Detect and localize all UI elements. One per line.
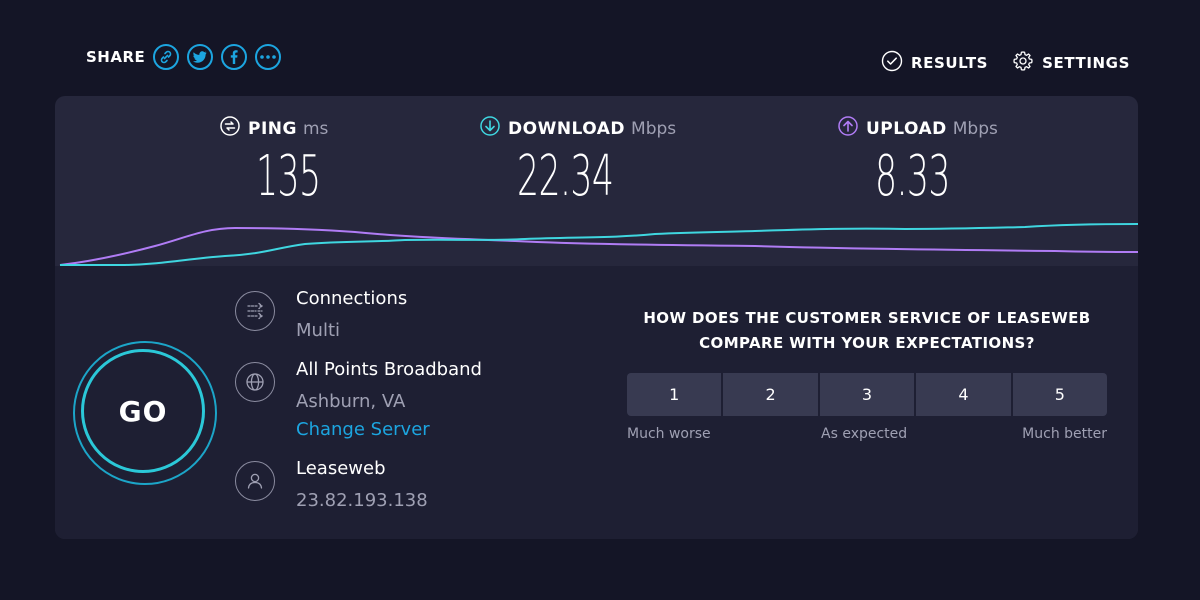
upload-unit: Mbps	[952, 118, 998, 139]
download-metric: DOWNLOAD Mbps 22.34	[480, 116, 676, 207]
rating-option-2[interactable]: 2	[723, 373, 818, 416]
survey-question: HOW DOES THE CUSTOMER SERVICE OF LEASEWE…	[627, 306, 1107, 356]
share-bar: SHARE	[86, 44, 289, 70]
speedtest-card: PING ms 135 DOWNLOAD Mbps 22.34 UPLOAD M…	[55, 96, 1138, 539]
user-icon	[235, 461, 275, 501]
survey-question-line2: COMPARE WITH YOUR EXPECTATIONS?	[699, 334, 1035, 352]
settings-button[interactable]: SETTINGS	[1012, 50, 1130, 76]
server-location: Ashburn, VA	[296, 391, 406, 412]
rating-label-low: Much worse	[627, 426, 711, 442]
rating-option-5[interactable]: 5	[1012, 373, 1108, 416]
share-more-button[interactable]	[255, 44, 282, 70]
share-facebook-button[interactable]	[221, 44, 248, 70]
ping-icon	[220, 116, 240, 141]
download-unit: Mbps	[631, 118, 677, 139]
twitter-icon	[193, 51, 207, 63]
check-circle-icon	[881, 50, 903, 76]
gear-icon	[1012, 50, 1034, 76]
settings-label: SETTINGS	[1042, 54, 1130, 72]
speed-graph	[59, 223, 1138, 266]
download-label: DOWNLOAD	[508, 118, 626, 139]
connections-title: Connections	[296, 288, 408, 309]
connections-value: Multi	[296, 320, 340, 341]
rating-label-high: Much better	[1022, 426, 1107, 442]
upload-metric: UPLOAD Mbps 8.33	[838, 116, 998, 207]
upload-icon	[838, 116, 858, 141]
download-icon	[480, 116, 500, 141]
share-twitter-button[interactable]	[187, 44, 214, 70]
link-icon	[159, 50, 173, 64]
go-label: GO	[118, 394, 168, 428]
host-ip: 23.82.193.138	[296, 490, 428, 511]
top-nav: RESULTS SETTINGS	[857, 50, 1130, 76]
survey-panel: HOW DOES THE CUSTOMER SERVICE OF LEASEWE…	[627, 306, 1108, 446]
upload-speed-line	[59, 226, 1138, 266]
connections-icon	[235, 291, 275, 331]
rating-option-3[interactable]: 3	[819, 373, 915, 416]
rating-option-4[interactable]: 4	[916, 373, 1011, 416]
results-button[interactable]: RESULTS	[881, 50, 988, 76]
survey-question-line1: HOW DOES THE CUSTOMER SERVICE OF LEASEWE…	[643, 309, 1091, 327]
rating-scale: 1 2 3 4 5	[627, 373, 1108, 416]
rating-option-1[interactable]: 1	[627, 373, 722, 416]
results-label: RESULTS	[910, 54, 989, 72]
top-bar: SHARE RESULTS SETTINGS	[0, 0, 1200, 100]
ping-unit: ms	[302, 118, 329, 139]
rating-labels: Much worse As expected Much better	[627, 426, 1107, 446]
ping-metric: PING ms 135	[220, 116, 360, 207]
more-icon	[260, 55, 277, 59]
share-link-button[interactable]	[153, 44, 180, 70]
change-server-link[interactable]: Change Server	[296, 419, 482, 441]
facebook-icon	[230, 50, 238, 64]
server-name: All Points Broadband	[296, 359, 482, 380]
host-name: Leaseweb	[296, 458, 386, 479]
globe-icon	[235, 362, 275, 402]
go-button-wrapper: GO	[73, 341, 217, 485]
share-label: SHARE	[86, 48, 146, 66]
go-button[interactable]: GO	[81, 349, 205, 473]
rating-label-mid: As expected	[821, 426, 908, 442]
ping-label: PING	[248, 118, 297, 139]
upload-label: UPLOAD	[866, 118, 947, 139]
